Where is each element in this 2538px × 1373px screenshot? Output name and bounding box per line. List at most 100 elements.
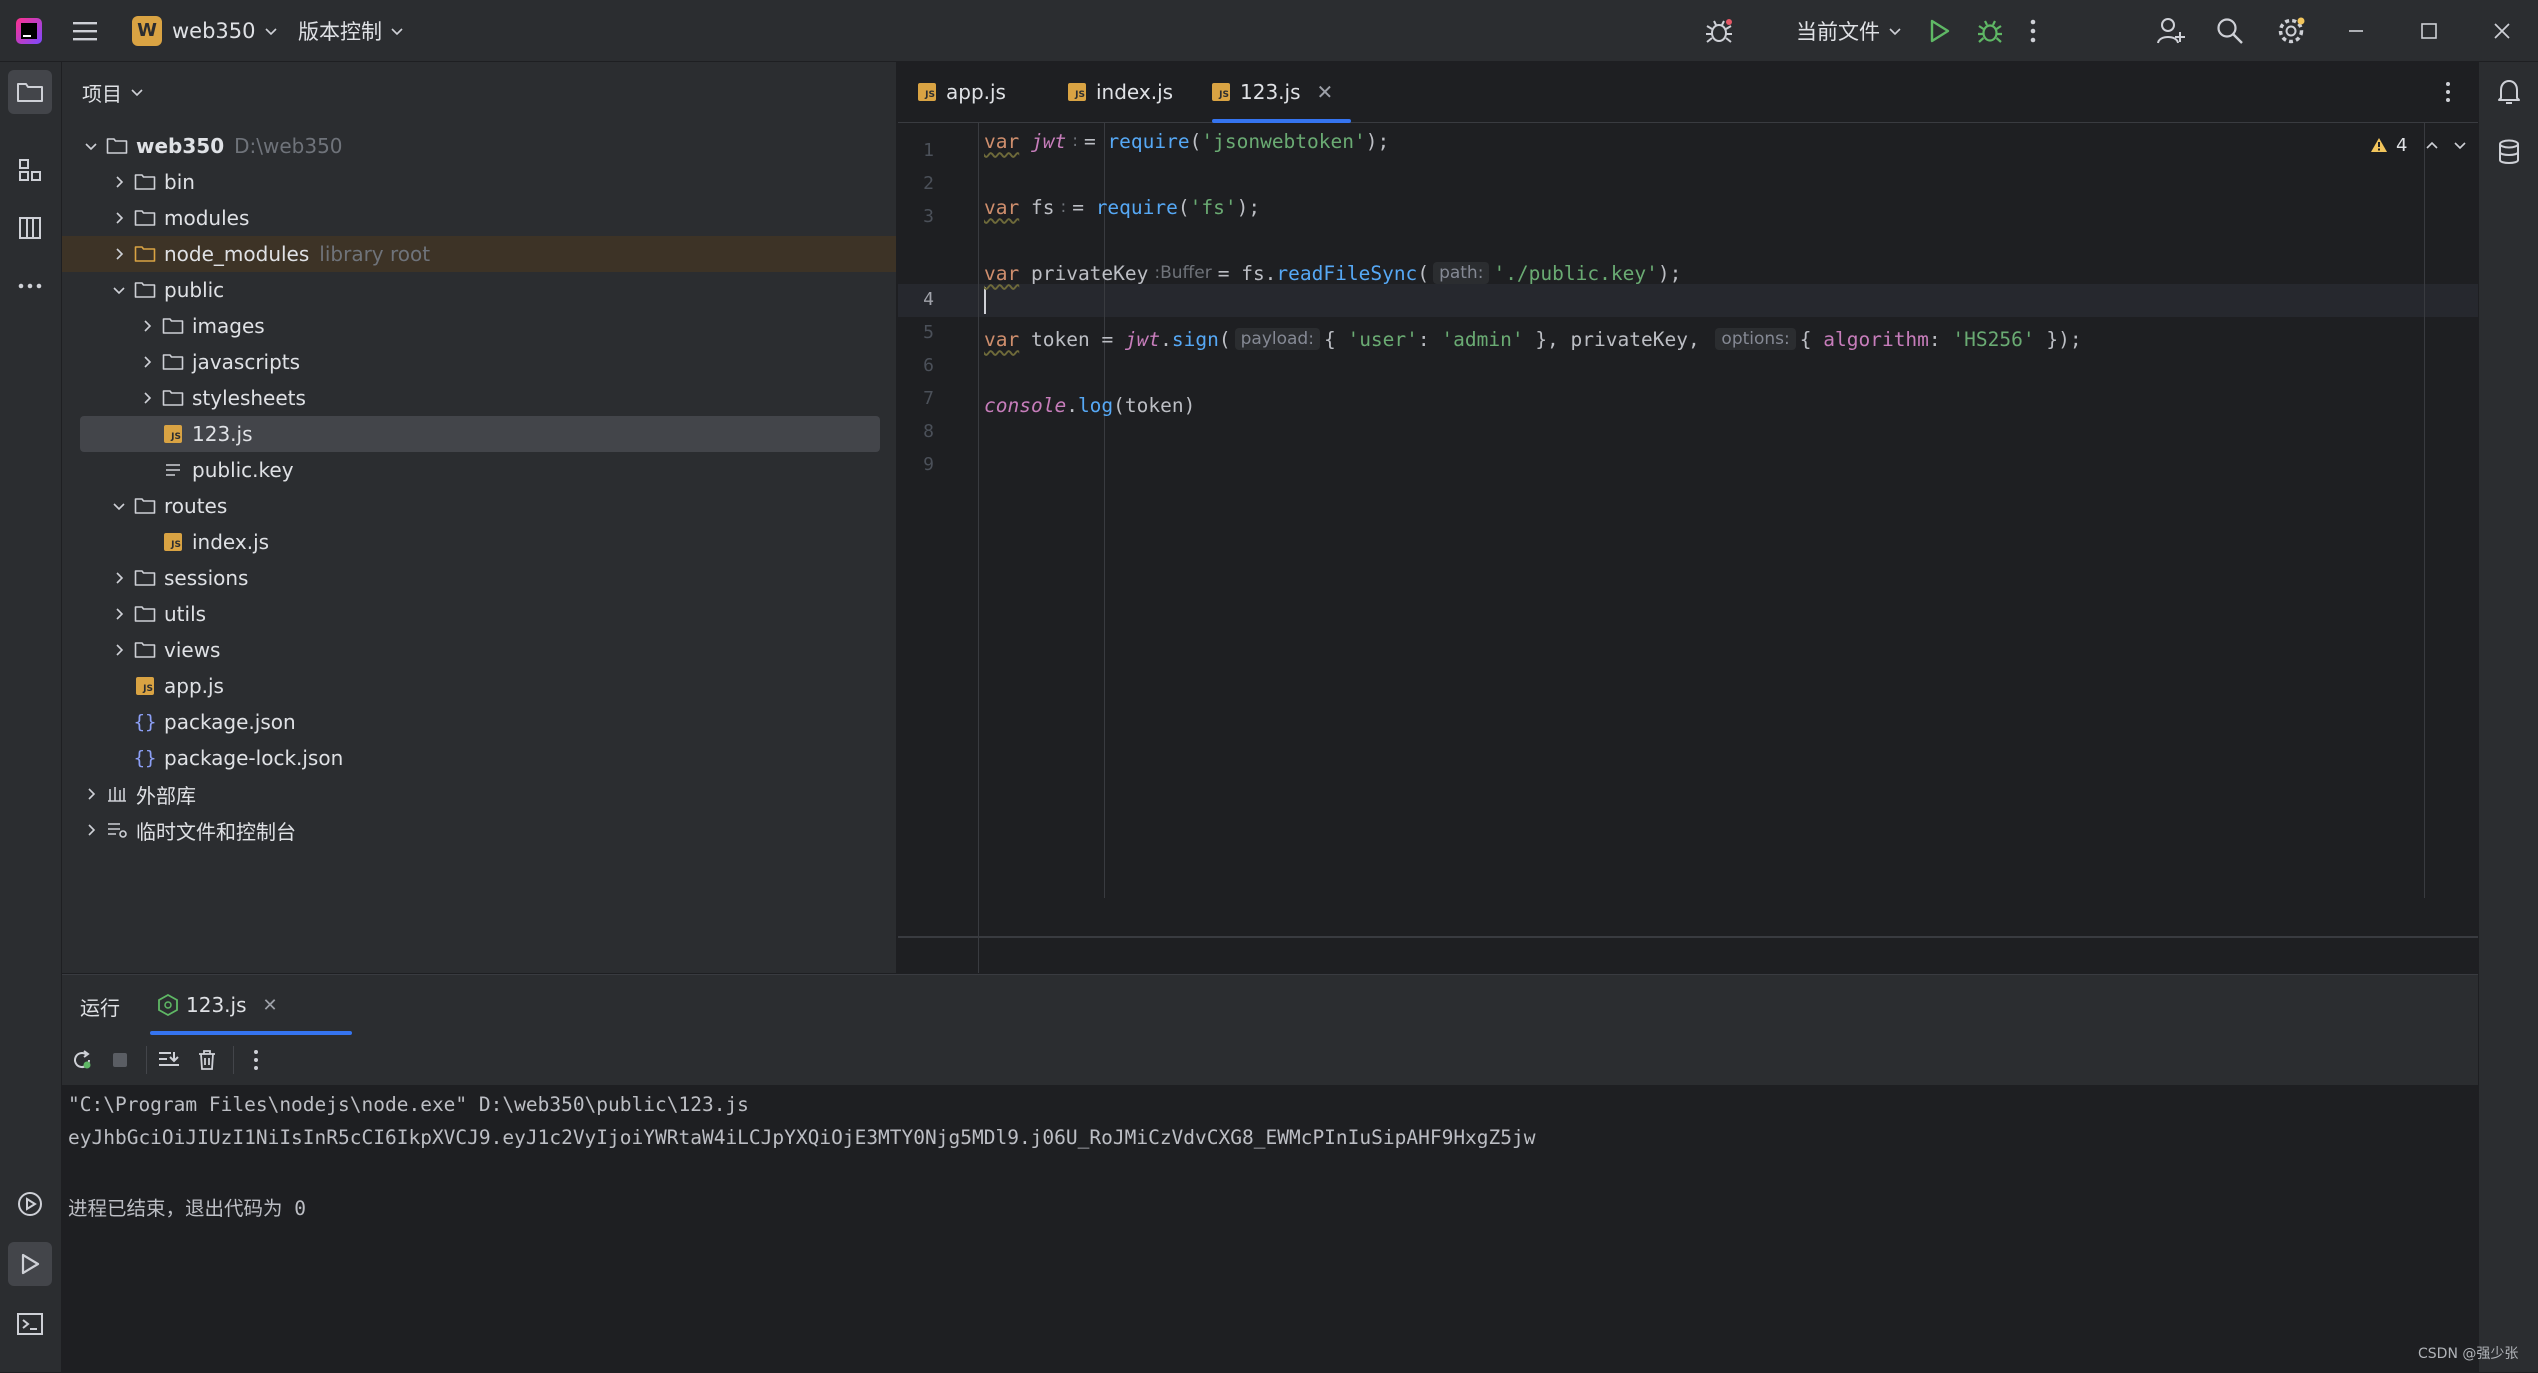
- code-line-7[interactable]: var token = jwt. sign(payload:{ 'user': '…: [984, 324, 2082, 354]
- minimize-button[interactable]: [2347, 0, 2365, 61]
- tree-item[interactable]: 外部库: [62, 776, 896, 812]
- tree-item-label: package-lock.json: [164, 746, 344, 770]
- tree-item[interactable]: javascripts: [62, 344, 896, 380]
- search-button[interactable]: [2216, 0, 2244, 61]
- tree-item-label: 临时文件和控制台: [136, 819, 296, 844]
- chevron-right-icon[interactable]: [112, 211, 126, 225]
- tree-item[interactable]: views: [62, 632, 896, 668]
- tree-item[interactable]: stylesheets: [62, 380, 896, 416]
- project-selector[interactable]: W web350: [132, 0, 278, 61]
- chevron-right-icon[interactable]: [140, 319, 154, 333]
- tab-123-js[interactable]: JS 123.js ✕: [1212, 62, 1352, 123]
- close-tab-icon[interactable]: ✕: [1317, 80, 1334, 104]
- tree-item-label: sessions: [164, 566, 249, 590]
- terminal-tool-button[interactable]: [8, 1302, 52, 1346]
- chevron-right-icon[interactable]: [140, 355, 154, 369]
- rerun-button[interactable]: [66, 1044, 98, 1076]
- run-button[interactable]: [1926, 0, 1952, 61]
- settings-button[interactable]: [2276, 0, 2306, 61]
- line-number: 7: [923, 388, 934, 409]
- more-actions-button[interactable]: [2028, 0, 2038, 61]
- structure-tool-button[interactable]: [8, 148, 52, 192]
- chevron-right-icon[interactable]: [84, 823, 98, 837]
- tree-item-label: stylesheets: [192, 386, 306, 410]
- close-window-button[interactable]: [2492, 0, 2512, 61]
- chevron-right-icon[interactable]: [140, 391, 154, 405]
- chevron-down-icon[interactable]: [2453, 138, 2467, 152]
- tree-item[interactable]: modules: [62, 200, 896, 236]
- tree-item[interactable]: {} package.json: [62, 704, 896, 740]
- vcs-menu[interactable]: 版本控制: [298, 0, 404, 61]
- database-tool-button[interactable]: [2487, 130, 2531, 174]
- debug-button[interactable]: [1976, 0, 2004, 61]
- folder-icon: [134, 280, 156, 300]
- services-tool-button[interactable]: [8, 1182, 52, 1226]
- tab-app-js[interactable]: JS app.js: [918, 62, 1006, 122]
- tree-item-label: images: [192, 314, 265, 338]
- line-number: 8: [923, 421, 934, 442]
- editor-tabs: JS app.js JS index.js JS 123.js ✕: [898, 62, 2478, 123]
- tab-index-js[interactable]: JS index.js: [1068, 62, 1173, 122]
- current-line-highlight: [898, 284, 2478, 317]
- debug-bug-button[interactable]: [1704, 0, 1734, 61]
- chevron-right-icon[interactable]: [84, 787, 98, 801]
- chevron-right-icon[interactable]: [112, 607, 126, 621]
- chevron-right-icon[interactable]: [112, 175, 126, 189]
- project-view-selector[interactable]: 项目: [82, 62, 144, 122]
- run-config-selector[interactable]: 当前文件: [1796, 0, 1902, 61]
- inspection-widget[interactable]: 4: [2370, 130, 2467, 160]
- code-line-3[interactable]: var fs: = require('fs');: [984, 192, 1260, 222]
- maximize-button[interactable]: [2420, 0, 2438, 61]
- tree-item[interactable]: public.key: [62, 452, 896, 488]
- tree-item[interactable]: utils: [62, 596, 896, 632]
- clear-output-button[interactable]: [191, 1044, 223, 1076]
- main-menu-button[interactable]: [72, 0, 98, 61]
- tree-item[interactable]: JS index.js: [62, 524, 896, 560]
- run-tool-button[interactable]: [8, 1242, 52, 1286]
- more-tools-button[interactable]: [8, 264, 52, 308]
- horizontal-scrollbar[interactable]: [898, 936, 2478, 938]
- chevron-right-icon[interactable]: [112, 571, 126, 585]
- tree-item[interactable]: node_modules library root: [62, 236, 896, 272]
- code-line-9[interactable]: console. log (token): [984, 390, 1195, 420]
- stop-button[interactable]: [104, 1044, 136, 1076]
- tree-item[interactable]: images: [62, 308, 896, 344]
- close-run-tab-icon[interactable]: ✕: [263, 995, 278, 1016]
- bell-icon: [2498, 80, 2520, 104]
- tree-item[interactable]: {} package-lock.json: [62, 740, 896, 776]
- more-vertical-icon: [2446, 82, 2450, 102]
- bookmarks-tool-button[interactable]: [8, 206, 52, 250]
- tree-item[interactable]: public: [62, 272, 896, 308]
- add-user-button[interactable]: [2156, 0, 2186, 61]
- tab-label: app.js: [946, 80, 1006, 104]
- code-line-5[interactable]: var privateKey:Buffer = fs. readFileSync(p…: [984, 258, 1681, 288]
- tree-item[interactable]: sessions: [62, 560, 896, 596]
- chevron-right-icon[interactable]: [112, 643, 126, 657]
- tab-options-button[interactable]: [2444, 62, 2452, 122]
- search-icon: [2217, 17, 2243, 44]
- folder-icon: [106, 136, 128, 156]
- tree-item[interactable]: bin: [62, 164, 896, 200]
- tree-item[interactable]: 临时文件和控制台: [62, 812, 896, 848]
- more-vertical-icon: [2030, 19, 2036, 42]
- scroll-to-end-button[interactable]: [153, 1044, 185, 1076]
- run-more-button[interactable]: [240, 1044, 272, 1076]
- tree-item[interactable]: JS 123.js: [80, 416, 880, 452]
- run-tab-123-js[interactable]: 123.js ✕: [158, 975, 278, 1035]
- chevron-up-icon[interactable]: [2425, 138, 2439, 152]
- tree-item[interactable]: JS app.js: [62, 668, 896, 704]
- app-logo-icon[interactable]: [14, 0, 44, 61]
- chevron-right-icon[interactable]: [112, 247, 126, 261]
- tree-item[interactable]: web350 D:\web350: [62, 128, 896, 164]
- chevron-down-icon[interactable]: [112, 283, 126, 297]
- notifications-button[interactable]: [2487, 70, 2531, 114]
- js-file-icon: JS: [162, 424, 184, 444]
- chevron-down-icon[interactable]: [112, 499, 126, 513]
- tree-item[interactable]: routes: [62, 488, 896, 524]
- code-line-1[interactable]: var jwt: = require('jsonwebtoken');: [984, 126, 1389, 156]
- chevron-down-icon[interactable]: [84, 139, 98, 153]
- left-tool-stripe: [0, 62, 62, 1372]
- chevron-down-icon: [1889, 27, 1901, 35]
- chevron-down-icon: [391, 27, 403, 35]
- project-tool-button[interactable]: [8, 70, 52, 114]
